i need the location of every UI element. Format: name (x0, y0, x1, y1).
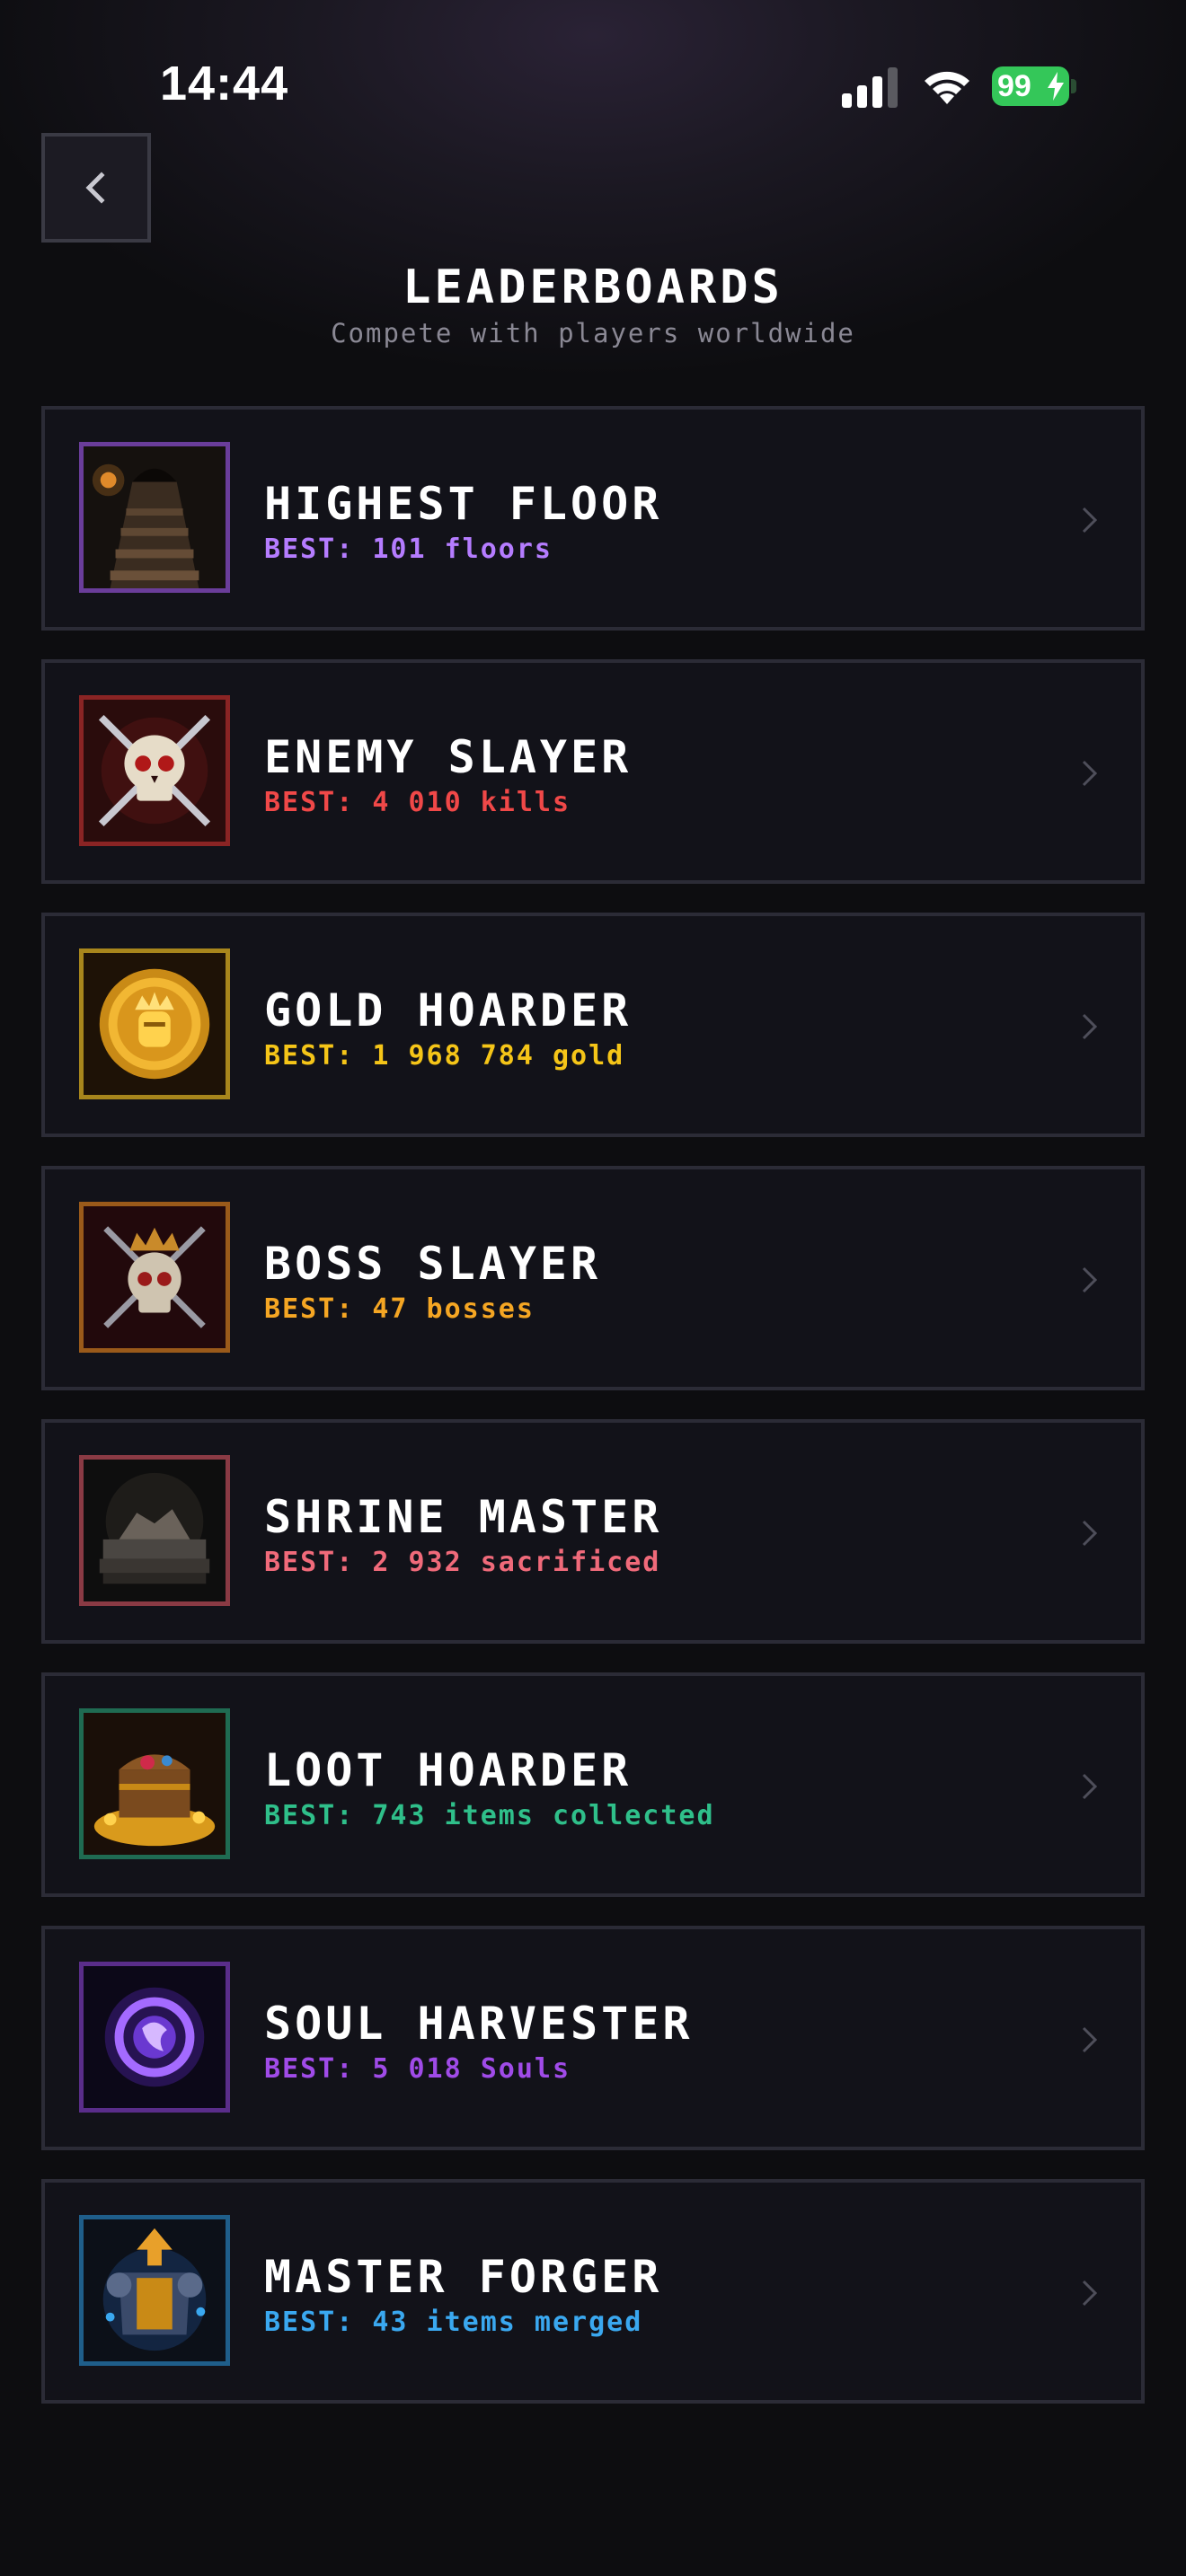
chevron-right-icon (1082, 1520, 1098, 1547)
card-title: SOUL HARVESTER (264, 1998, 694, 2050)
card-best-score: BEST: 2 932 sacrificed (264, 1547, 661, 1578)
card-title: SHRINE MASTER (264, 1491, 663, 1543)
leaderboard-card-loot-hoarder[interactable]: LOOT HOARDER BEST: 743 items collected (41, 1672, 1145, 1897)
card-title: ENEMY SLAYER (264, 731, 633, 783)
card-title: MASTER FORGER (264, 2251, 663, 2303)
battery-level: 99 (997, 69, 1031, 103)
leaderboard-card-soul-harvester[interactable]: SOUL HARVESTER BEST: 5 018 Souls (41, 1926, 1145, 2150)
leaderboard-card-gold-hoarder[interactable]: GOLD HOARDER BEST: 1 968 784 gold (41, 913, 1145, 1137)
card-title: BOSS SLAYER (264, 1238, 602, 1290)
soul-orb-icon (79, 1962, 230, 2113)
shrine-altar-icon (79, 1455, 230, 1606)
card-best-score: BEST: 1 968 784 gold (264, 1040, 625, 1072)
wifi-icon (925, 71, 969, 104)
chevron-right-icon (1082, 507, 1098, 534)
status-bar: 14:44 99 (0, 0, 1186, 171)
charging-bolt-icon (1048, 72, 1064, 101)
card-title: HIGHEST FLOOR (264, 478, 663, 530)
gold-coin-icon (79, 948, 230, 1099)
battery-cap (1071, 79, 1076, 93)
page-subtitle: Compete with players worldwide (331, 318, 855, 348)
card-title: GOLD HOARDER (264, 984, 633, 1037)
dungeon-stairs-icon (79, 442, 230, 593)
leaderboard-card-shrine-master[interactable]: SHRINE MASTER BEST: 2 932 sacrificed (41, 1419, 1145, 1644)
chevron-right-icon (1082, 1013, 1098, 1040)
crowned-skull-icon (79, 1202, 230, 1353)
back-button[interactable] (41, 133, 151, 243)
cellular-signal-icon (842, 67, 898, 108)
leaderboard-card-boss-slayer[interactable]: BOSS SLAYER BEST: 47 bosses (41, 1166, 1145, 1390)
page-title: LEADERBOARDS (403, 260, 783, 314)
card-best-score: BEST: 101 floors (264, 534, 553, 565)
forged-armor-icon (79, 2215, 230, 2366)
chevron-left-icon (85, 172, 105, 204)
card-title: LOOT HOARDER (264, 1744, 633, 1796)
leaderboard-card-master-forger[interactable]: MASTER FORGER BEST: 43 items merged (41, 2179, 1145, 2404)
chevron-right-icon (1082, 2026, 1098, 2053)
treasure-chest-icon (79, 1708, 230, 1859)
chevron-right-icon (1082, 2280, 1098, 2307)
card-best-score: BEST: 43 items merged (264, 2307, 643, 2338)
card-best-score: BEST: 4 010 kills (264, 787, 571, 818)
leaderboard-list: HIGHEST FLOOR BEST: 101 floors ENEMY SLA… (41, 406, 1145, 2432)
status-time: 14:44 (160, 57, 289, 110)
leaderboard-card-enemy-slayer[interactable]: ENEMY SLAYER BEST: 4 010 kills (41, 659, 1145, 884)
card-best-score: BEST: 743 items collected (264, 1800, 715, 1831)
chevron-right-icon (1082, 1266, 1098, 1293)
chevron-right-icon (1082, 1773, 1098, 1800)
chevron-right-icon (1082, 760, 1098, 787)
card-best-score: BEST: 5 018 Souls (264, 2053, 571, 2085)
leaderboard-card-highest-floor[interactable]: HIGHEST FLOOR BEST: 101 floors (41, 406, 1145, 631)
card-best-score: BEST: 47 bosses (264, 1293, 535, 1325)
skull-crossed-swords-icon (79, 695, 230, 846)
